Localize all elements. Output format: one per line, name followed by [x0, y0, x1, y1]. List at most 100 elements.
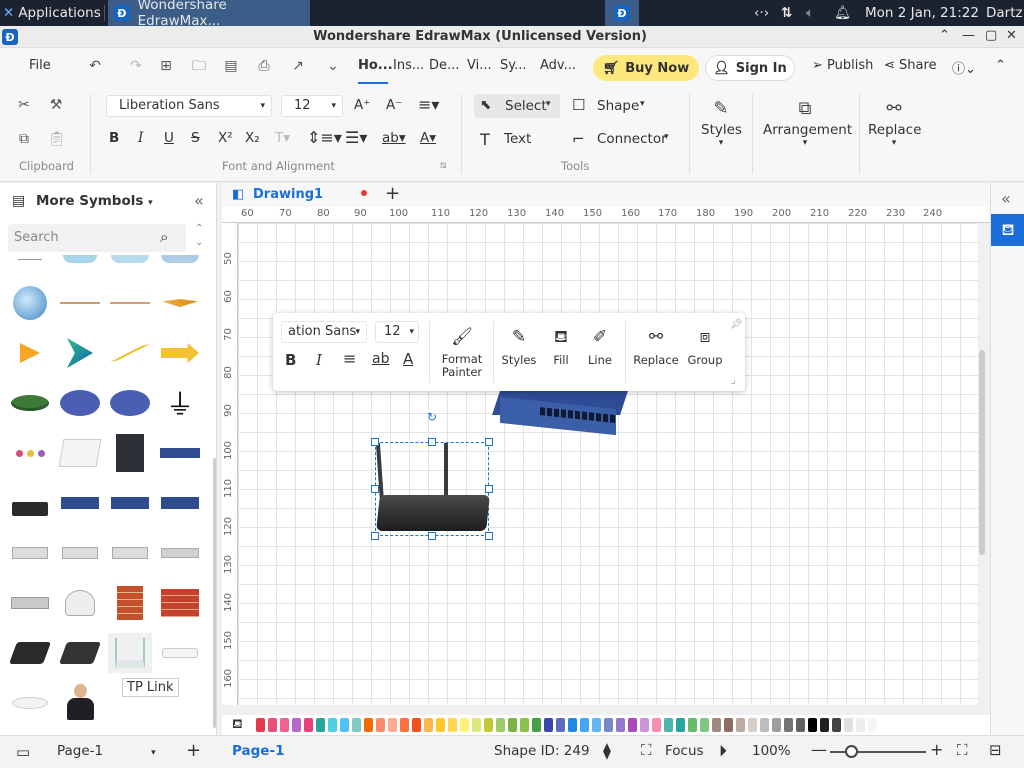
symbol-globe[interactable] — [8, 283, 52, 323]
color-swatch[interactable] — [472, 718, 481, 732]
undo-icon[interactable]: ↶ — [87, 58, 103, 74]
resize-handle[interactable] — [371, 532, 379, 540]
color-swatch[interactable] — [436, 718, 445, 732]
minimize-icon[interactable]: — — [962, 28, 975, 43]
float-replace-button[interactable]: ⚯ Replace — [632, 327, 680, 367]
tab-home[interactable]: Ho... — [358, 58, 393, 73]
color-swatch[interactable] — [424, 718, 433, 732]
tab-advanced[interactable]: Adv... — [540, 58, 576, 73]
color-swatch[interactable] — [340, 718, 349, 732]
symbol-radio-tower[interactable]: ⏚ — [158, 383, 202, 423]
taskbar-window-edrawmax[interactable]: Đ Wondershare EdrawMax... — [108, 0, 310, 29]
notification-bell-icon[interactable]: 🔔︎ — [834, 0, 851, 26]
maximize-icon[interactable]: ▢ — [985, 28, 997, 43]
float-align-icon[interactable]: ≡ — [343, 349, 356, 368]
zoom-slider-thumb[interactable] — [845, 745, 858, 758]
color-swatch[interactable] — [772, 718, 781, 732]
symbol-yellow-arrow[interactable] — [158, 333, 202, 373]
more-symbols-button[interactable]: More Symbols ▾ — [36, 193, 153, 209]
color-swatch[interactable] — [700, 718, 709, 732]
symbol-yellow-lightning[interactable] — [108, 333, 152, 373]
drawing-canvas[interactable]: ↻ — [238, 223, 985, 705]
color-swatch[interactable] — [820, 718, 829, 732]
symbol-server-tower[interactable] — [108, 433, 152, 473]
symbol-link-line[interactable] — [58, 283, 102, 323]
float-line-button[interactable]: ✐ Line — [584, 327, 616, 367]
symbol-cloud-small[interactable] — [158, 251, 202, 267]
collapse-icon[interactable]: ⌃ — [939, 28, 950, 43]
float-group-button[interactable]: ⧈ Group — [685, 327, 725, 367]
share-button[interactable]: ⋖ Share — [884, 58, 937, 73]
collapse-panel-icon[interactable]: « — [194, 191, 204, 210]
color-swatch[interactable] — [736, 718, 745, 732]
color-swatch[interactable] — [268, 718, 277, 732]
color-swatch[interactable] — [364, 718, 373, 732]
search-icon[interactable]: ⌕ — [160, 228, 168, 246]
resize-handle[interactable] — [371, 438, 379, 446]
strikethrough-icon[interactable]: S — [191, 130, 200, 146]
color-swatch[interactable] — [568, 718, 577, 732]
paste-icon[interactable]: 📋︎ — [48, 131, 66, 147]
symbol-white-disc[interactable] — [8, 683, 52, 723]
float-bold-icon[interactable]: B — [285, 351, 296, 369]
sign-in-button[interactable]: 👤︎ Sign In — [705, 55, 795, 81]
tab-design[interactable]: De... — [429, 58, 459, 73]
save-icon[interactable]: ▤ — [223, 58, 239, 74]
color-swatch[interactable] — [844, 718, 853, 732]
focus-label[interactable]: Focus — [665, 743, 704, 759]
color-swatch[interactable] — [520, 718, 529, 732]
decrease-font-icon[interactable]: A⁻ — [386, 97, 402, 113]
resize-corner-icon[interactable]: ⌟ — [731, 375, 736, 386]
symbol-modem-black[interactable] — [8, 633, 52, 673]
replace-button[interactable]: ⚯ Replace ▾ — [868, 98, 921, 148]
scroll-up-icon[interactable]: ⌃ — [195, 223, 203, 234]
color-swatch[interactable] — [484, 718, 493, 732]
color-swatch[interactable] — [448, 718, 457, 732]
tab-insert[interactable]: Ins... — [393, 58, 424, 73]
color-swatch[interactable] — [616, 718, 625, 732]
color-swatch[interactable] — [508, 718, 517, 732]
color-swatch[interactable] — [496, 718, 505, 732]
arrangement-button[interactable]: ⧉ Arrangement ▾ — [763, 98, 852, 148]
format-painter-button[interactable]: 🖌︎ Format Painter — [439, 327, 485, 379]
color-swatch[interactable] — [376, 718, 385, 732]
zoom-level[interactable]: 100% — [752, 743, 791, 759]
symbol-colored-dots[interactable] — [8, 433, 52, 473]
zoom-out-icon[interactable]: — — [811, 740, 827, 759]
increase-font-icon[interactable]: A⁺ — [354, 97, 370, 113]
add-tab-icon[interactable]: + — [385, 183, 400, 204]
more-chevron-icon[interactable]: ⌄ — [325, 58, 341, 74]
symbol-switch-blue[interactable] — [158, 483, 202, 523]
bold-icon[interactable]: B — [109, 130, 119, 146]
redo-icon[interactable]: ↷ — [128, 58, 144, 74]
float-highlight-icon[interactable]: ab — [372, 351, 389, 367]
float-fill-button[interactable]: ⛾ Fill — [546, 327, 576, 367]
color-swatch[interactable] — [460, 718, 469, 732]
color-swatch[interactable] — [808, 718, 817, 732]
symbol-switch-blue[interactable] — [108, 483, 152, 523]
color-swatch[interactable] — [688, 718, 697, 732]
align-icon[interactable]: ≡▾ — [418, 95, 439, 114]
page-layout-icon[interactable]: ▭ — [16, 743, 30, 761]
symbol-user-person[interactable] — [58, 683, 102, 723]
superscript-icon[interactable]: X² — [218, 130, 233, 146]
panel-scrollbar[interactable] — [213, 458, 216, 728]
symbol-green-arrow[interactable] — [58, 333, 102, 373]
float-font-select[interactable]: ation Sans ▾ — [281, 321, 367, 343]
symbol-white-router[interactable] — [158, 633, 202, 673]
color-swatch[interactable] — [388, 718, 397, 732]
fullscreen-icon[interactable]: ⊟ — [989, 741, 1002, 759]
symbol-firewall-fire[interactable] — [158, 583, 202, 623]
symbol-router[interactable] — [8, 483, 52, 523]
color-swatch[interactable] — [868, 718, 877, 732]
color-swatch[interactable] — [556, 718, 565, 732]
zoom-in-icon[interactable]: + — [930, 740, 943, 759]
symbol-wireless-device[interactable] — [58, 583, 102, 623]
symbol-network-disc[interactable] — [8, 383, 52, 423]
page-select[interactable]: Page-1 ▾ — [57, 743, 156, 759]
tab-symbols[interactable]: Sy... — [500, 58, 527, 73]
color-swatch[interactable] — [280, 718, 289, 732]
float-styles-button[interactable]: ✎ Styles — [499, 327, 539, 367]
color-swatch[interactable] — [712, 718, 721, 732]
print-icon[interactable]: ⎙ — [256, 58, 272, 74]
